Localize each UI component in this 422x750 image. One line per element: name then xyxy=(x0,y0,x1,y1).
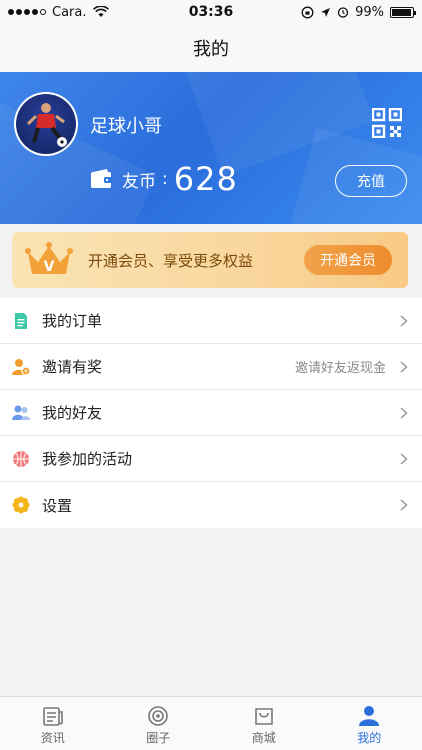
menu-item-activities[interactable]: 我参加的活动 xyxy=(0,436,422,482)
menu-item-orders[interactable]: 我的订单 xyxy=(0,298,422,344)
menu-item-label: 设置 xyxy=(42,496,73,515)
tab-profile[interactable]: 我的 xyxy=(317,697,422,750)
page-title: 我的 xyxy=(193,39,229,60)
recharge-button[interactable]: 充值 xyxy=(335,165,407,197)
football-player-icon xyxy=(26,103,67,147)
coin-value: 628 xyxy=(173,160,238,198)
location-icon xyxy=(321,7,331,17)
coin-label: 友币 xyxy=(122,171,156,192)
tab-label: 圈子 xyxy=(146,731,171,745)
carrier-name: Cara. xyxy=(52,4,87,20)
profile-icon xyxy=(359,706,380,726)
invite-icon: ¥ xyxy=(12,359,30,376)
wallet-icon xyxy=(91,169,113,188)
news-icon xyxy=(42,707,63,726)
qr-code-icon[interactable] xyxy=(372,108,402,138)
chevron-right-icon xyxy=(400,315,408,327)
chevron-right-icon xyxy=(400,361,408,373)
svg-text:V: V xyxy=(44,259,55,275)
chevron-right-icon xyxy=(400,407,408,419)
shop-icon xyxy=(254,708,273,725)
circle-icon xyxy=(148,706,169,726)
tab-bar: 资讯 圈子 商城 我的 xyxy=(0,696,422,750)
rotation-lock-icon xyxy=(301,6,314,18)
vip-promo-text: 开通会员、享受更多权益 xyxy=(88,252,254,270)
coin-balance: 友币 : 628 xyxy=(90,160,238,198)
vip-banner[interactable]: V 开通会员、享受更多权益 开通会员 xyxy=(12,232,408,288)
menu-item-invite[interactable]: ¥ 邀请有奖 邀请好友返现金 xyxy=(0,344,422,390)
menu-item-settings[interactable]: 设置 xyxy=(0,482,422,528)
alarm-icon xyxy=(337,7,349,18)
signal-icon xyxy=(8,9,46,15)
username[interactable]: 足球小哥 xyxy=(90,112,162,138)
carrier-area: Cara. xyxy=(8,5,109,20)
status-icons: 99% xyxy=(301,4,416,20)
menu-item-label: 我的订单 xyxy=(42,312,103,330)
tab-circle[interactable]: 圈子 xyxy=(106,697,212,750)
open-vip-button[interactable]: 开通会员 xyxy=(304,245,392,275)
crown-icon: V xyxy=(25,242,73,275)
tab-news[interactable]: 资讯 xyxy=(0,697,106,750)
order-icon xyxy=(15,313,27,329)
chevron-right-icon xyxy=(400,499,408,511)
tab-label: 商城 xyxy=(251,731,276,745)
menu-item-label: 邀请有奖 xyxy=(42,358,103,376)
basketball-icon xyxy=(13,451,29,467)
menu-item-label: 我参加的活动 xyxy=(42,450,133,468)
profile-header: 足球小哥 友币 : 628 充值 xyxy=(0,72,422,224)
status-bar: Cara. 03:36 99% xyxy=(0,0,422,24)
coin-separator: : xyxy=(162,169,168,189)
menu-item-friends[interactable]: 我的好友 xyxy=(0,390,422,436)
menu-list: 我的订单 ¥ 邀请有奖 邀请好友返现金 我的好友 我参加的活动 设置 xyxy=(0,298,422,528)
tab-shop[interactable]: 商城 xyxy=(211,697,317,750)
nav-bar: 我的 xyxy=(0,24,422,72)
chevron-right-icon xyxy=(400,453,408,465)
tab-label: 资讯 xyxy=(40,731,65,745)
menu-item-label: 我的好友 xyxy=(42,404,103,422)
battery-icon xyxy=(390,6,416,18)
settings-icon xyxy=(12,496,30,514)
battery-percent: 99% xyxy=(355,4,384,20)
tab-label: 我的 xyxy=(357,731,382,745)
wifi-icon xyxy=(92,6,109,17)
menu-item-hint: 邀请好友返现金 xyxy=(294,361,386,376)
svg-text:¥: ¥ xyxy=(24,369,28,376)
avatar[interactable] xyxy=(14,92,78,156)
friends-icon xyxy=(12,405,30,420)
